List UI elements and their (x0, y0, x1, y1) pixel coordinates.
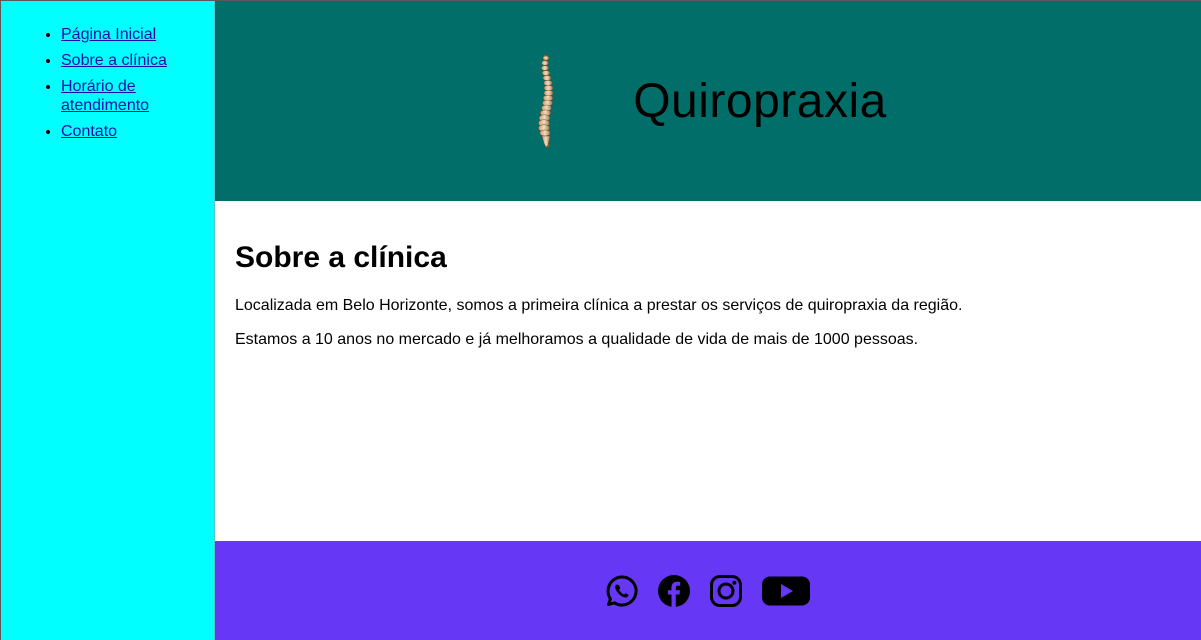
nav-link-pagina-inicial[interactable]: Página Inicial (61, 26, 156, 43)
paragraph-location: Localizada em Belo Horizonte, somos a pr… (235, 297, 963, 314)
nav-item-sobre: Sobre a clínica (61, 51, 181, 70)
site-title: Quiropraxia (633, 74, 887, 128)
site-header: Quiropraxia (215, 1, 1201, 201)
sidebar: Página Inicial Sobre a clínica Horário d… (1, 1, 215, 640)
nav-link-horario[interactable]: Horário de atendimento (61, 78, 149, 114)
nav-item-horario: Horário de atendimento (61, 77, 181, 115)
nav-list: Página Inicial Sobre a clínica Horário d… (1, 25, 214, 141)
nav-item-contato: Contato (61, 122, 181, 141)
nav-link-contato[interactable]: Contato (61, 123, 117, 140)
nav-link-sobre[interactable]: Sobre a clínica (61, 52, 167, 69)
paragraph-experience: Estamos a 10 anos no mercado e já melhor… (235, 331, 919, 348)
section-heading: Sobre a clínica (235, 241, 447, 274)
main-content: Sobre a clínica Localizada em Belo Horiz… (215, 201, 1201, 541)
content-column: Quiropraxia Sobre a clínica Localizada e… (215, 1, 1201, 640)
facebook-icon[interactable] (657, 574, 691, 608)
page: Página Inicial Sobre a clínica Horário d… (0, 0, 1201, 640)
nav-item-pagina-inicial: Página Inicial (61, 25, 181, 44)
whatsapp-icon[interactable] (605, 574, 639, 608)
spine-icon (529, 51, 569, 151)
youtube-icon[interactable] (761, 574, 811, 608)
site-footer (215, 541, 1201, 640)
instagram-icon[interactable] (709, 574, 743, 608)
